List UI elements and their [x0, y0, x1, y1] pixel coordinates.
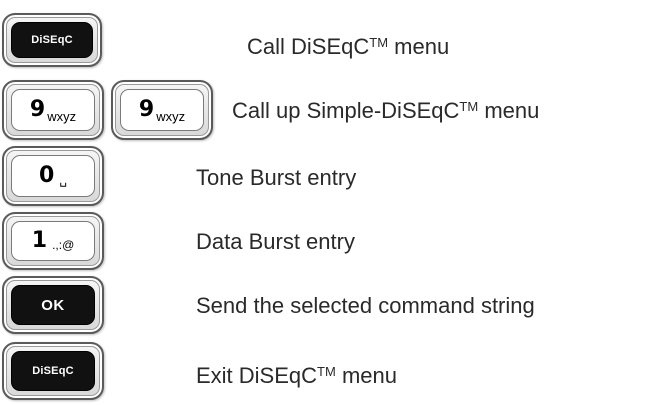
diseqc-key-label: DiSEqC [31, 34, 73, 46]
key-9-first-face: 9 wxyz [11, 89, 95, 131]
ok-key-label: OK [41, 296, 65, 314]
key-1: 1 .,:@ [2, 212, 104, 270]
key-0-face: 0 ␣ [11, 155, 95, 197]
ok-key-face: OK [11, 285, 95, 325]
key-9-first: 9 wxyz [2, 80, 104, 140]
call-diseqc-menu-text: Call DiSEqCTM menu [247, 34, 450, 59]
diseqc-exit-key-label: DiSEqC [32, 365, 74, 377]
key-9-digit: 9 [29, 97, 46, 122]
space-icon: ␣ [59, 173, 67, 187]
data-burst-entry-text: Data Burst entry [196, 229, 355, 254]
ok-key: OK [2, 276, 104, 334]
key-0: 0 ␣ [2, 146, 104, 206]
key-9-letters: wxyz [47, 108, 77, 124]
simple-diseqc-menu-text: Call up Simple-DiSEqCTM menu [232, 98, 540, 123]
exit-diseqc-menu-text: Exit DiSEqCTM menu [196, 363, 397, 388]
key-9-second-face: 9 wxyz [120, 89, 204, 131]
send-command-string-text: Send the selected command string [196, 293, 535, 318]
key-9-letters: wxyz [156, 108, 186, 124]
key-9-second: 9 wxyz [111, 80, 213, 140]
key-1-digit: 1 [31, 228, 48, 253]
diseqc-exit-key: DiSEqC [2, 342, 104, 400]
key-1-face: 1 .,:@ [11, 221, 95, 261]
key-0-digit: 0 [39, 163, 55, 188]
diseqc-key: DiSEqC [2, 13, 102, 67]
diseqc-exit-key-face: DiSEqC [11, 351, 95, 391]
key-9-digit: 9 [138, 97, 155, 122]
diseqc-key-face: DiSEqC [11, 22, 93, 58]
key-1-symbols: .,:@ [52, 238, 75, 252]
tone-burst-entry-text: Tone Burst entry [196, 165, 357, 190]
